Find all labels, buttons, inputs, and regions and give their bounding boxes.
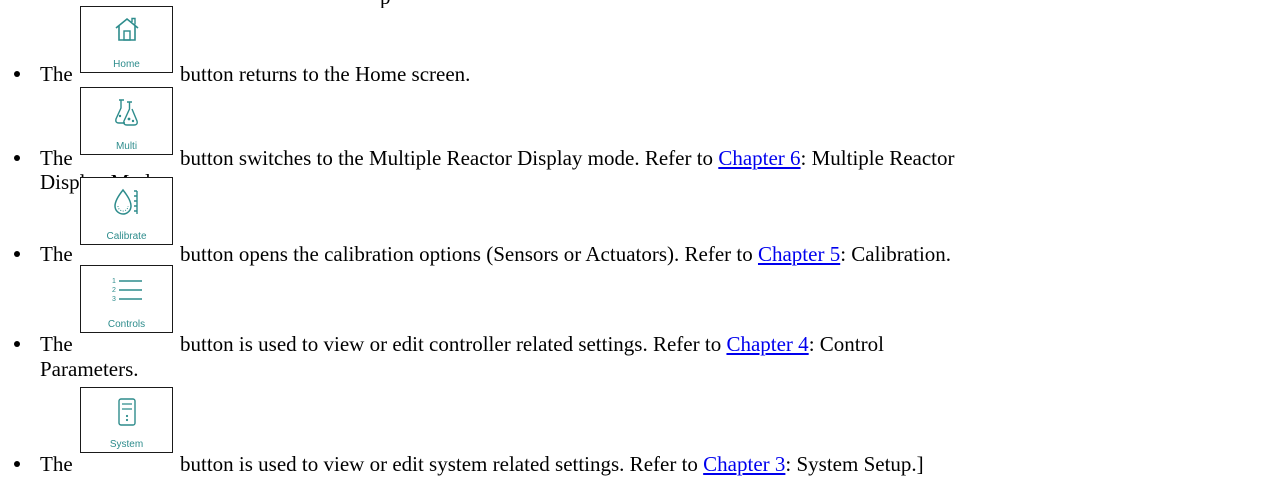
item-prefix: The xyxy=(40,332,73,356)
item-prefix: The xyxy=(40,146,73,170)
controls-button[interactable]: 1 2 3 Controls xyxy=(80,265,173,333)
item-text: button opens the calibration options (Se… xyxy=(180,242,952,266)
list-item: Home The button returns to the Home scre… xyxy=(0,0,1279,95)
home-icon xyxy=(114,17,139,41)
item-text: button is used to view or edit controlle… xyxy=(180,332,884,356)
list-item: 1 2 3 Controls The button is used to vie… xyxy=(0,265,1279,385)
bullet xyxy=(14,251,20,257)
item-continuation: Parameters. xyxy=(40,357,139,381)
item-text: button switches to the Multiple Reactor … xyxy=(180,146,955,170)
item-text: button returns to the Home screen. xyxy=(180,62,471,86)
flasks-icon xyxy=(114,99,138,126)
item-prefix: The xyxy=(40,452,73,476)
svg-text:2: 2 xyxy=(112,287,116,294)
list-item: System The button is used to view or edi… xyxy=(0,387,1279,493)
bullet xyxy=(14,71,20,77)
bullet xyxy=(14,461,20,467)
computer-tower-icon xyxy=(117,398,136,426)
item-text: button is used to view or edit system re… xyxy=(180,452,924,476)
drop-ruler-icon xyxy=(113,188,138,215)
svg-text:1: 1 xyxy=(112,278,116,285)
chapter-4-link[interactable]: Chapter 4 xyxy=(726,332,808,356)
chapter-6-link[interactable]: Chapter 6 xyxy=(718,146,800,170)
bullet xyxy=(14,155,20,161)
item-prefix: The xyxy=(40,242,73,266)
chapter-5-link[interactable]: Chapter 5 xyxy=(758,242,840,266)
list-item: Calibrate The button opens the calibrati… xyxy=(0,177,1279,267)
svg-text:3: 3 xyxy=(112,296,116,303)
home-button[interactable]: Home xyxy=(80,6,173,73)
system-button[interactable]: System xyxy=(80,387,173,453)
bullet xyxy=(14,341,20,347)
numbered-list-icon: 1 2 3 xyxy=(112,278,142,303)
calibrate-button[interactable]: Calibrate xyxy=(80,177,173,245)
multi-button[interactable]: Multi xyxy=(80,87,173,155)
item-prefix: The xyxy=(40,62,73,86)
chapter-3-link[interactable]: Chapter 3 xyxy=(703,452,785,476)
